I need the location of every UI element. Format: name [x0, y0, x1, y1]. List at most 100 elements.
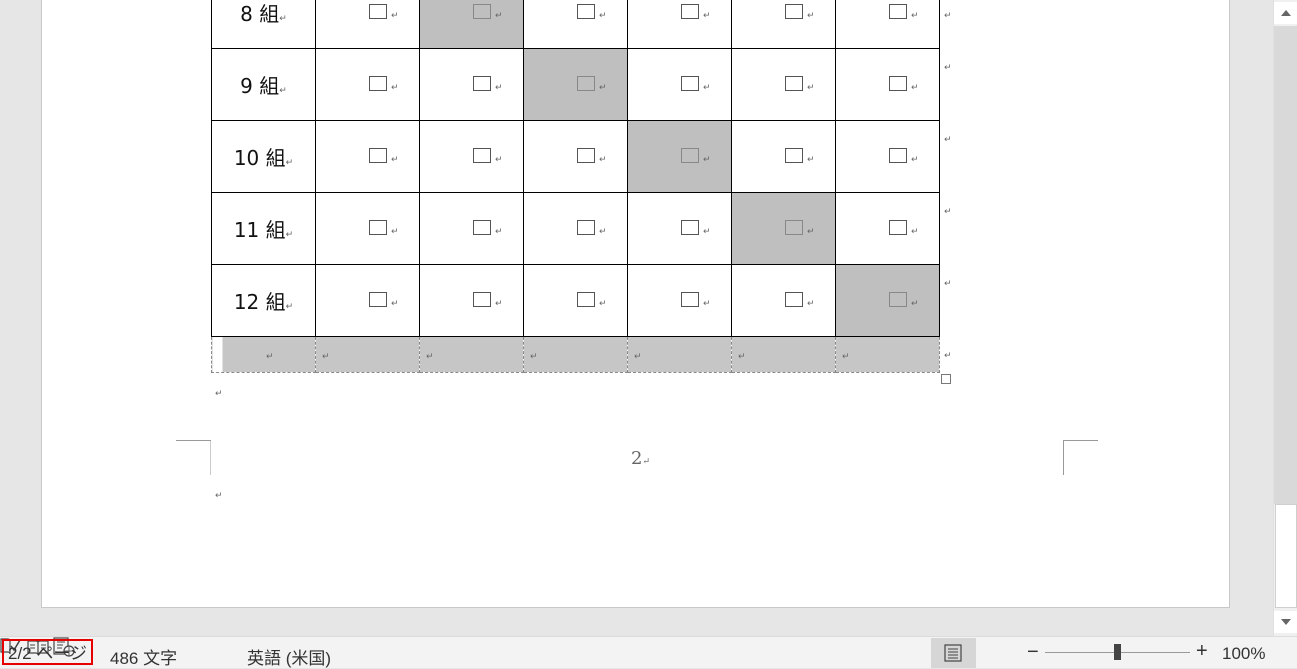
checkbox-cell[interactable]: ↵: [731, 264, 836, 337]
empty-cell[interactable]: ↵: [627, 336, 732, 373]
checkbox-cell[interactable]: ↵: [627, 48, 732, 121]
empty-cell[interactable]: ↵: [419, 336, 524, 373]
paragraph-mark: ↵: [807, 82, 815, 92]
checkbox-icon[interactable]: [785, 148, 803, 163]
checkbox-cell[interactable]: ↵: [731, 0, 836, 49]
paragraph-mark: ↵: [911, 226, 919, 236]
page-count-indicator[interactable]: 2/2 ページ: [2, 639, 94, 665]
attendance-table[interactable]: 8 組↵ ↵ ↵ ↵ ↵ ↵ ↵ 9 組↵ ↵ ↵ ↵ ↵ ↵ ↵ 10 組↵ ↵ ↵ ↵ ↵ ↵ ↵ 11 組↵ ↵ ↵ ↵ ↵…: [211, 0, 940, 373]
checkbox-icon[interactable]: [889, 292, 907, 307]
paragraph-mark: ↵: [703, 10, 711, 20]
checkbox-cell[interactable]: ↵: [835, 0, 940, 49]
paragraph-mark: ↵: [634, 351, 642, 361]
checkbox-icon[interactable]: [577, 292, 595, 307]
word-count-indicator[interactable]: 486 文字: [110, 644, 177, 669]
class-label-cell[interactable]: 10 組↵: [211, 120, 316, 193]
zoom-out-button[interactable]: −: [1027, 641, 1039, 664]
checkbox-cell[interactable]: ↵: [315, 48, 420, 121]
checkbox-cell[interactable]: ↵: [315, 192, 420, 265]
checkbox-icon[interactable]: [785, 292, 803, 307]
checkbox-icon[interactable]: [785, 76, 803, 91]
checkbox-icon[interactable]: [473, 4, 491, 19]
zoom-in-button[interactable]: +: [1196, 640, 1208, 663]
table-resize-handle[interactable]: [941, 374, 951, 384]
checkbox-cell[interactable]: ↵: [419, 264, 524, 337]
empty-cell[interactable]: ↵: [523, 336, 628, 373]
checkbox-icon[interactable]: [681, 148, 699, 163]
checkbox-icon[interactable]: [681, 4, 699, 19]
scroll-thumb[interactable]: [1275, 504, 1297, 608]
checkbox-icon[interactable]: [889, 76, 907, 91]
checkbox-cell[interactable]: ↵: [627, 120, 732, 193]
checkbox-icon[interactable]: [369, 76, 387, 91]
scroll-down-button[interactable]: [1274, 611, 1297, 633]
checkbox-icon[interactable]: [577, 4, 595, 19]
checkbox-icon[interactable]: [577, 148, 595, 163]
checkbox-cell[interactable]: ↵: [627, 0, 732, 49]
checkbox-icon[interactable]: [681, 292, 699, 307]
paragraph-mark: ↵: [215, 388, 223, 398]
checkbox-icon[interactable]: [369, 220, 387, 235]
checkbox-icon[interactable]: [473, 220, 491, 235]
checkbox-cell[interactable]: ↵: [523, 48, 628, 121]
vertical-scrollbar[interactable]: [1273, 0, 1297, 636]
checkbox-cell[interactable]: ↵: [315, 264, 420, 337]
checkbox-cell[interactable]: ↵: [627, 192, 732, 265]
zoom-slider-thumb[interactable]: [1114, 644, 1121, 660]
checkbox-cell[interactable]: ↵: [731, 120, 836, 193]
class-label: 8 組: [240, 2, 280, 26]
checkbox-icon[interactable]: [473, 76, 491, 91]
checkbox-cell[interactable]: ↵: [419, 120, 524, 193]
checkbox-cell[interactable]: ↵: [731, 192, 836, 265]
scroll-track[interactable]: [1274, 26, 1297, 504]
checkbox-icon[interactable]: [369, 292, 387, 307]
empty-cell[interactable]: ↵: [835, 336, 940, 373]
class-label-cell[interactable]: 12 組↵: [211, 264, 316, 337]
document-page[interactable]: 8 組↵ ↵ ↵ ↵ ↵ ↵ ↵ 9 組↵ ↵ ↵ ↵ ↵ ↵ ↵ 10 組↵ ↵ ↵ ↵ ↵ ↵ ↵ 11 組↵ ↵ ↵ ↵ ↵…: [41, 0, 1230, 608]
checkbox-cell[interactable]: ↵: [835, 264, 940, 337]
checkbox-cell[interactable]: ↵: [835, 192, 940, 265]
paragraph-mark: ↵: [322, 351, 330, 361]
checkbox-cell[interactable]: ↵: [523, 120, 628, 193]
checkbox-cell[interactable]: ↵: [523, 192, 628, 265]
checkbox-cell[interactable]: ↵: [523, 264, 628, 337]
class-label-cell[interactable]: 11 組↵: [211, 192, 316, 265]
empty-cell[interactable]: ↵: [211, 336, 316, 373]
checkbox-icon[interactable]: [681, 76, 699, 91]
checkbox-cell[interactable]: ↵: [523, 0, 628, 49]
checkbox-cell[interactable]: ↵: [731, 48, 836, 121]
print-layout-button[interactable]: [931, 638, 976, 668]
crop-mark-left: [176, 440, 211, 475]
checkbox-icon[interactable]: [369, 4, 387, 19]
checkbox-icon[interactable]: [577, 220, 595, 235]
checkbox-icon[interactable]: [889, 4, 907, 19]
checkbox-icon[interactable]: [369, 148, 387, 163]
checkbox-cell[interactable]: ↵: [419, 48, 524, 121]
checkbox-cell[interactable]: ↵: [315, 120, 420, 193]
checkbox-cell[interactable]: ↵: [419, 192, 524, 265]
class-label-cell[interactable]: 8 組↵: [211, 0, 316, 49]
language-indicator[interactable]: 英語 (米国): [247, 644, 331, 669]
checkbox-icon[interactable]: [473, 148, 491, 163]
paragraph-mark: ↵: [279, 14, 287, 24]
checkbox-icon[interactable]: [785, 4, 803, 19]
empty-cell[interactable]: ↵: [315, 336, 420, 373]
zoom-level[interactable]: 100%: [1222, 644, 1265, 664]
checkbox-icon[interactable]: [577, 76, 595, 91]
checkbox-icon[interactable]: [889, 148, 907, 163]
checkbox-cell[interactable]: ↵: [627, 264, 732, 337]
checkbox-cell[interactable]: ↵: [835, 48, 940, 121]
checkbox-icon[interactable]: [681, 220, 699, 235]
paragraph-mark: ↵: [911, 82, 919, 92]
empty-cell[interactable]: ↵: [731, 336, 836, 373]
checkbox-cell[interactable]: ↵: [419, 0, 524, 49]
class-label: 12 組: [233, 290, 286, 314]
checkbox-cell[interactable]: ↵: [835, 120, 940, 193]
checkbox-icon[interactable]: [889, 220, 907, 235]
checkbox-icon[interactable]: [473, 292, 491, 307]
checkbox-icon[interactable]: [785, 220, 803, 235]
checkbox-cell[interactable]: ↵: [315, 0, 420, 49]
scroll-up-button[interactable]: [1274, 2, 1297, 24]
class-label-cell[interactable]: 9 組↵: [211, 48, 316, 121]
class-label: 9 組: [240, 74, 280, 98]
